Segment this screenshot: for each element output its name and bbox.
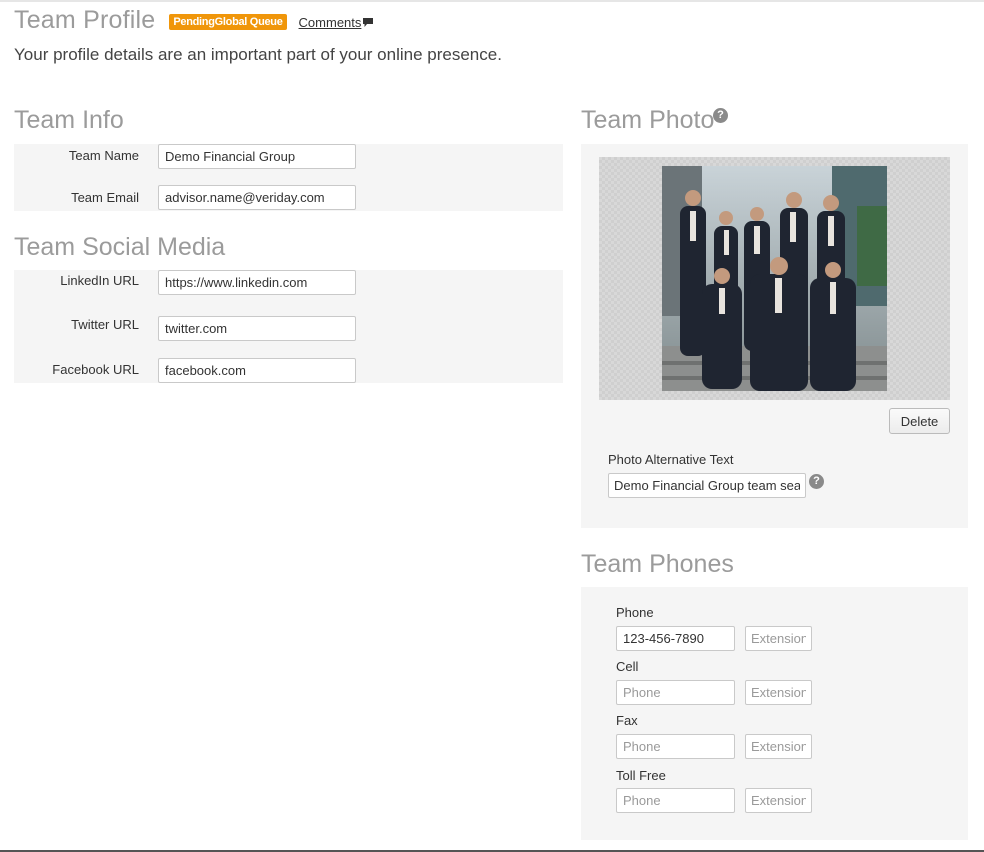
toll-free-extension-input[interactable] xyxy=(745,788,812,813)
cell-label: Cell xyxy=(616,659,639,674)
question-circle-icon[interactable]: ? xyxy=(713,108,728,123)
team-info-title: Team Info xyxy=(14,106,124,134)
question-circle-icon[interactable]: ? xyxy=(809,474,824,489)
phone-extension-input[interactable] xyxy=(745,626,812,651)
team-phones-title: Team Phones xyxy=(581,550,734,578)
team-email-row: Team Email xyxy=(14,185,356,210)
delete-button[interactable]: Delete xyxy=(889,408,950,434)
team-social-panel: LinkedIn URL Twitter URL Facebook URL xyxy=(14,270,563,383)
fax-extension-input[interactable] xyxy=(745,734,812,759)
page-title: Team Profile xyxy=(14,6,156,34)
team-name-input[interactable] xyxy=(158,144,356,169)
fax-input[interactable] xyxy=(616,734,735,759)
linkedin-row: LinkedIn URL xyxy=(14,270,356,295)
team-email-input[interactable] xyxy=(158,185,356,210)
comments-label: Comments xyxy=(298,14,362,30)
team-social-title: Team Social Media xyxy=(14,233,226,261)
twitter-row: Twitter URL xyxy=(14,316,356,341)
comments-link[interactable]: Comments xyxy=(299,15,374,30)
top-border xyxy=(0,0,984,2)
cell-extension-input[interactable] xyxy=(745,680,812,705)
team-name-row: Team Name xyxy=(14,144,356,169)
comment-icon xyxy=(363,17,374,27)
facebook-label: Facebook URL xyxy=(52,362,139,377)
team-photo-panel: Delete Photo Alternative Text ? xyxy=(581,144,968,528)
twitter-label: Twitter URL xyxy=(71,317,139,332)
toll-free-input[interactable] xyxy=(616,788,735,813)
status-badge: PendingGlobal Queue xyxy=(169,14,287,30)
facebook-input[interactable] xyxy=(158,358,356,383)
team-photo-title: Team Photo xyxy=(581,106,715,134)
photo-alt-input[interactable] xyxy=(608,473,806,498)
cell-input[interactable] xyxy=(616,680,735,705)
team-email-label: Team Email xyxy=(71,190,139,205)
photo-alt-label: Photo Alternative Text xyxy=(608,452,734,467)
team-phones-panel: Phone Cell Fax Toll Free xyxy=(581,587,968,840)
team-photo-image xyxy=(662,166,887,391)
photo-preview-area xyxy=(599,157,950,400)
fax-label: Fax xyxy=(616,713,638,728)
page-header: Team Profile PendingGlobal Queue Comment… xyxy=(14,6,374,35)
team-name-label: Team Name xyxy=(68,148,139,163)
facebook-row: Facebook URL xyxy=(14,358,356,383)
page-subtitle: Your profile details are an important pa… xyxy=(14,45,502,64)
twitter-input[interactable] xyxy=(158,316,356,341)
linkedin-label: LinkedIn URL xyxy=(60,273,139,288)
phone-label: Phone xyxy=(616,605,654,620)
phone-input[interactable] xyxy=(616,626,735,651)
linkedin-input[interactable] xyxy=(158,270,356,295)
team-info-panel: Team Name Team Email xyxy=(14,144,563,211)
toll-free-label: Toll Free xyxy=(616,768,666,783)
